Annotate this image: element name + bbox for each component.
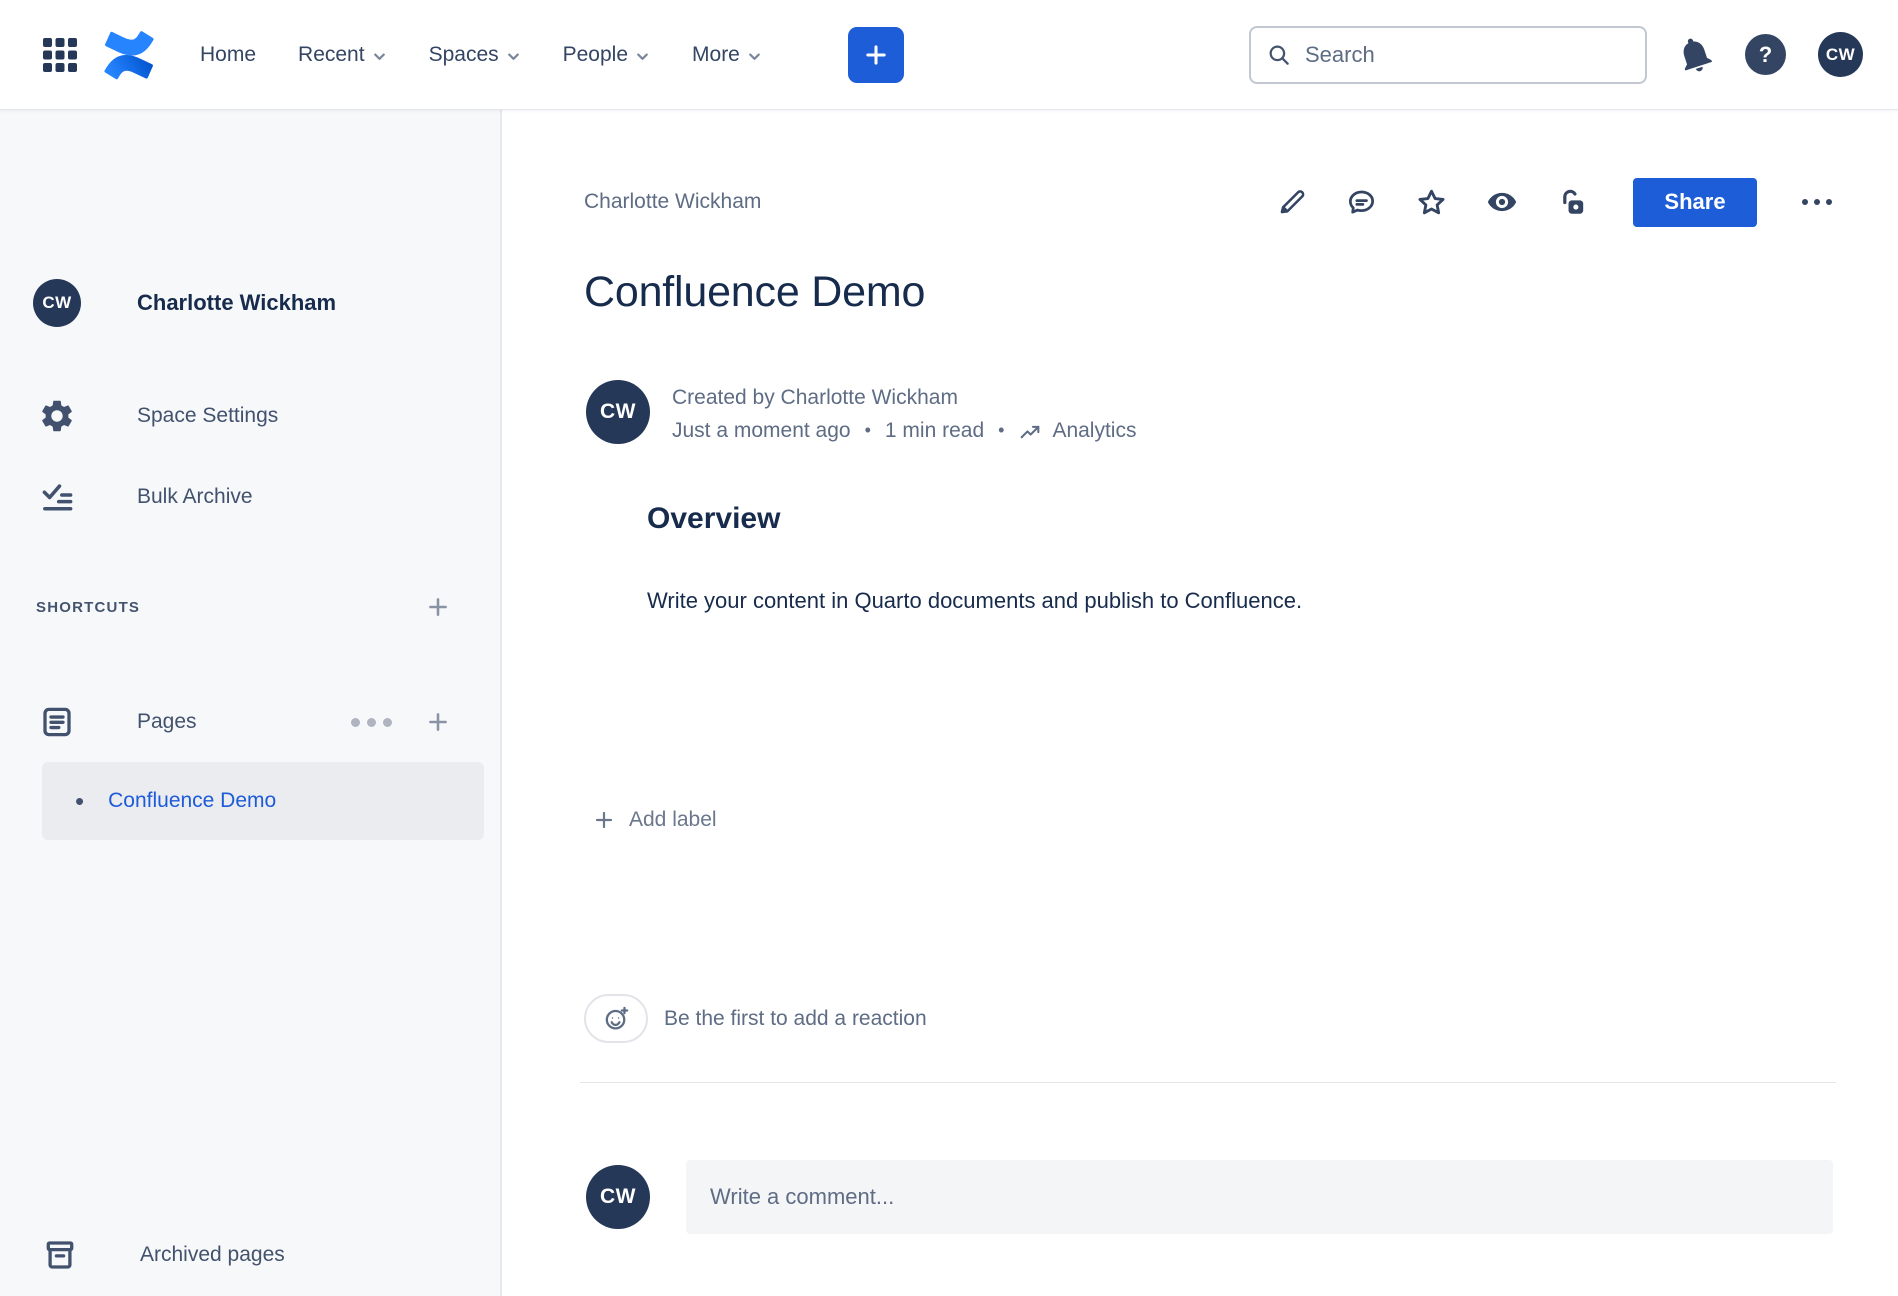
star-icon — [1415, 186, 1448, 219]
shortcuts-heading: SHORTCUTS — [36, 599, 140, 616]
add-shortcut-button[interactable] — [424, 593, 452, 621]
byline-meta: Just a moment ago • 1 min read • Analyti… — [672, 414, 1136, 447]
commenter-avatar: CW — [586, 1165, 650, 1229]
comment-bubble-icon — [1345, 186, 1378, 219]
favourite-button[interactable] — [1415, 186, 1448, 219]
byline: CW Created by Charlotte Wickham Just a m… — [586, 380, 1136, 447]
nav-item-spaces[interactable]: Spaces — [429, 43, 521, 67]
breadcrumb[interactable]: Charlotte Wickham — [584, 190, 761, 214]
reaction-row: Be the first to add a reaction — [584, 994, 927, 1043]
question-mark-icon: ? — [1759, 42, 1772, 68]
page-more-menu-button[interactable] — [1802, 199, 1832, 205]
add-reaction-button[interactable] — [584, 994, 648, 1043]
pages-document-icon — [33, 704, 81, 740]
notifications-button[interactable] — [1675, 35, 1715, 75]
add-label-button[interactable]: Add label — [592, 808, 717, 832]
watch-button[interactable] — [1485, 185, 1519, 219]
avatar-initials: CW — [1826, 45, 1855, 65]
pencil-icon — [1276, 186, 1308, 218]
comment-button[interactable] — [1345, 186, 1378, 219]
sidebar-item-label: Archived pages — [140, 1243, 285, 1267]
content-header: Charlotte Wickham — [584, 172, 1832, 232]
comments-divider — [580, 1082, 1836, 1083]
nav-item-label: People — [563, 43, 628, 67]
nav-item-label: More — [692, 43, 740, 67]
reaction-prompt: Be the first to add a reaction — [664, 1007, 927, 1031]
top-navigation-bar: Home Recent Spaces People More — [0, 0, 1898, 110]
bulk-archive-checklist-icon — [33, 479, 81, 516]
avatar-initials: CW — [42, 293, 71, 313]
comment-row: CW — [586, 1160, 1833, 1234]
space-avatar: CW — [33, 279, 81, 327]
page-link: Confluence Demo — [108, 789, 276, 813]
sidebar-item-space-settings[interactable]: Space Settings — [33, 389, 278, 443]
gear-icon — [33, 397, 81, 435]
nav-item-recent[interactable]: Recent — [298, 43, 387, 67]
byline-created-by: Created by Charlotte Wickham — [672, 381, 1136, 414]
dot-separator: • — [865, 414, 871, 447]
edit-button[interactable] — [1276, 186, 1308, 218]
plus-icon — [424, 593, 452, 621]
smiley-add-icon — [602, 1004, 631, 1033]
bell-icon — [1675, 35, 1715, 75]
section-heading: Overview — [647, 502, 780, 536]
page-actions-toolbar: Share — [1276, 178, 1832, 227]
author-avatar[interactable]: CW — [586, 380, 650, 444]
pages-heading: Pages — [137, 710, 197, 734]
analytics-link[interactable]: Analytics — [1018, 414, 1136, 447]
chevron-down-icon — [506, 49, 521, 64]
share-button[interactable]: Share — [1633, 178, 1757, 227]
primary-nav-menu: Home Recent Spaces People More — [200, 43, 762, 67]
add-label-text: Add label — [629, 808, 717, 832]
add-page-button[interactable] — [424, 708, 452, 736]
page-title: Confluence Demo — [584, 268, 925, 317]
nav-item-label: Recent — [298, 43, 365, 67]
search-box — [1249, 26, 1647, 84]
confluence-logo-icon[interactable] — [104, 30, 154, 80]
byline-read-time: 1 min read — [885, 414, 984, 447]
eye-icon — [1485, 185, 1519, 219]
plus-icon — [862, 41, 890, 69]
space-sidebar: CW Charlotte Wickham Space Settings Bulk… — [0, 110, 502, 1296]
nav-item-label: Home — [200, 43, 256, 67]
create-button[interactable] — [848, 27, 904, 83]
sidebar-item-bulk-archive[interactable]: Bulk Archive — [33, 470, 253, 524]
restrictions-button[interactable] — [1556, 186, 1588, 218]
comment-input[interactable] — [686, 1160, 1833, 1234]
nav-item-more[interactable]: More — [692, 43, 762, 67]
nav-item-people[interactable]: People — [563, 43, 650, 67]
app-switcher-grid-icon[interactable] — [40, 35, 80, 75]
user-avatar[interactable]: CW — [1818, 32, 1863, 77]
sidebar-item-label: Space Settings — [137, 404, 278, 428]
plus-icon — [592, 808, 616, 832]
search-input[interactable] — [1249, 26, 1647, 84]
help-button[interactable]: ? — [1745, 34, 1786, 75]
archive-box-icon — [36, 1237, 84, 1273]
sidebar-item-archived-pages[interactable]: Archived pages — [36, 1228, 285, 1282]
chevron-down-icon — [747, 49, 762, 64]
pages-section-header[interactable]: Pages — [33, 695, 452, 749]
page-content-area: Charlotte Wickham — [504, 110, 1898, 1296]
body-paragraph: Write your content in Quarto documents a… — [647, 588, 1302, 614]
page-tree-item-confluence-demo[interactable]: • Confluence Demo — [42, 762, 484, 840]
unlock-icon — [1556, 186, 1588, 218]
plus-icon — [424, 708, 452, 736]
analytics-label: Analytics — [1052, 414, 1136, 447]
space-name: Charlotte Wickham — [137, 290, 336, 316]
avatar-initials: CW — [600, 400, 636, 424]
chevron-down-icon — [635, 49, 650, 64]
page-bullet: • — [75, 788, 84, 814]
avatar-initials: CW — [600, 1185, 636, 1209]
line-chart-icon — [1018, 418, 1043, 443]
pages-more-menu-button[interactable] — [347, 714, 396, 731]
chevron-down-icon — [372, 49, 387, 64]
sidebar-item-label: Bulk Archive — [137, 485, 253, 509]
nav-item-home[interactable]: Home — [200, 43, 256, 67]
space-header[interactable]: CW Charlotte Wickham — [33, 267, 336, 339]
dot-separator: • — [998, 414, 1004, 447]
byline-text: Created by Charlotte Wickham Just a mome… — [672, 380, 1136, 447]
nav-item-label: Spaces — [429, 43, 499, 67]
shortcuts-section-header: SHORTCUTS — [36, 588, 452, 626]
byline-timestamp: Just a moment ago — [672, 414, 851, 447]
